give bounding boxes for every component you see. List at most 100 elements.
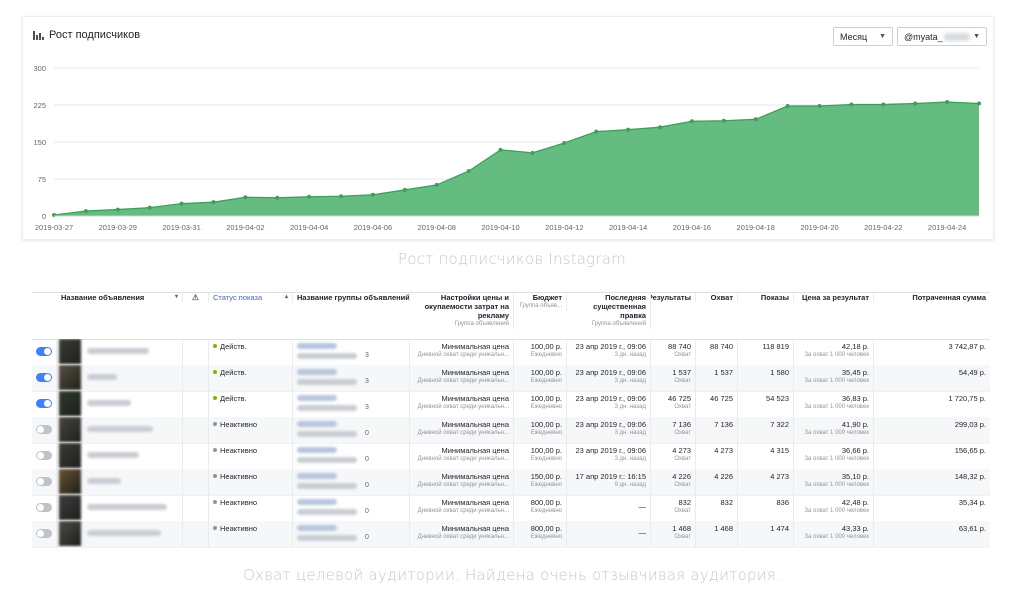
cpr-type: За охват 1 000 человек xyxy=(804,456,869,462)
impressions-cell: 4 315 xyxy=(738,443,794,469)
adset-cell[interactable]: 0 xyxy=(293,521,410,547)
adset-count: 3 xyxy=(365,352,369,359)
table-row[interactable]: Действ. 3 Минимальная цена Дневной охват ср… xyxy=(32,339,990,366)
data-point xyxy=(211,200,216,205)
reach-cell: 46 725 xyxy=(696,391,738,417)
warning-icon: ⚠ xyxy=(191,293,200,302)
ad-toggle-switch[interactable] xyxy=(36,477,52,486)
ad-toggle-switch[interactable] xyxy=(36,425,52,434)
cpr-type: За охват 1 000 человек xyxy=(804,482,869,488)
table-row[interactable]: Неактивно 0 Минимальная цена Дневной охват … xyxy=(32,443,990,470)
ad-toggle-switch[interactable] xyxy=(36,529,52,538)
table-row[interactable]: Неактивно 0 Минимальная цена Дневной охват … xyxy=(32,521,990,548)
ad-toggle-switch[interactable] xyxy=(36,347,52,356)
ad-name-cell[interactable] xyxy=(57,521,183,547)
header-amount-spent[interactable]: Потраченная сумма xyxy=(874,293,990,302)
header-bid[interactable]: Настройки цены и окупаемости затрат на р… xyxy=(410,293,514,329)
cpr-value: 43,33 р. xyxy=(841,524,869,533)
warning-cell xyxy=(183,443,209,469)
adset-cell[interactable]: 0 xyxy=(293,495,410,521)
last-edit-date: — xyxy=(638,528,647,537)
table-row[interactable]: Неактивно 0 Минимальная цена Дневной охват … xyxy=(32,417,990,444)
table-row[interactable]: Неактивно 0 Минимальная цена Дневной охват … xyxy=(32,495,990,522)
header-adset[interactable]: Название группы объявлений xyxy=(293,293,410,302)
table-row[interactable]: Неактивно 0 Минимальная цена Дневной охват … xyxy=(32,469,990,496)
ad-name-cell[interactable] xyxy=(57,417,183,443)
ad-name-cell[interactable] xyxy=(57,443,183,469)
status-text: Неактивно xyxy=(220,472,258,481)
ad-name-cell[interactable] xyxy=(57,391,183,417)
header-reach[interactable]: Охват xyxy=(696,293,738,302)
ad-name-cell[interactable] xyxy=(57,469,183,495)
results-type: Охват xyxy=(674,534,691,540)
bid-cell: Минимальная цена Дневной охват среди уник… xyxy=(410,365,514,391)
results-cell: 4 226 Охват xyxy=(651,469,696,495)
table-row[interactable]: Действ. 3 Минимальная цена Дневной охват ср… xyxy=(32,391,990,418)
adset-cell[interactable]: 0 xyxy=(293,443,410,469)
header-warnings[interactable]: ⚠ xyxy=(183,293,209,302)
last-edit-ago: 3 дн. назад xyxy=(614,404,646,410)
bid-strategy: Минимальная цена xyxy=(441,420,509,429)
results-type: Охват xyxy=(674,404,691,410)
x-tick-label: 2019-04-22 xyxy=(864,223,902,232)
impressions-cell: 1 474 xyxy=(738,521,794,547)
toggle-knob xyxy=(37,478,44,485)
results-type: Охват xyxy=(674,430,691,436)
x-tick-label: 2019-04-20 xyxy=(800,223,838,232)
subscriber-growth-card: Рост подписчиков Месяц ▼ @myata_ ▼ 0 75 15… xyxy=(22,16,994,240)
adset-cell[interactable]: 3 xyxy=(293,365,410,391)
bid-cell: Минимальная цена Дневной охват среди уник… xyxy=(410,469,514,495)
ad-toggle-switch[interactable] xyxy=(36,503,52,512)
budget-value: 800,00 р. xyxy=(530,498,562,507)
header-budget[interactable]: Бюджет Группа объяв... xyxy=(514,293,567,311)
warning-cell xyxy=(183,339,209,365)
impressions-cell: 1 580 xyxy=(738,365,794,391)
ad-toggle-switch[interactable] xyxy=(36,373,52,382)
budget-value: 100,00 р. xyxy=(530,368,562,377)
results-type: Охват xyxy=(674,378,691,384)
reach-value: 7 136 xyxy=(714,420,733,429)
header-status[interactable]: Статус показа ▴ xyxy=(209,293,293,302)
ad-name-cell[interactable] xyxy=(57,339,183,365)
header-impressions[interactable]: Показы xyxy=(738,293,794,302)
data-point xyxy=(83,209,88,214)
header-ad-name[interactable]: Название объявления ▾ xyxy=(57,293,183,302)
toggle-cell xyxy=(32,417,57,443)
data-point xyxy=(147,205,152,210)
ad-thumbnail xyxy=(59,495,81,520)
cpr-type: За охват 1 000 человек xyxy=(804,534,869,540)
header-last-edit[interactable]: Последняя существенная правка Группа объ… xyxy=(567,293,651,329)
last-edit-date: 23 апр 2019 г., 09:06 xyxy=(575,342,646,351)
toggle-knob xyxy=(37,426,44,433)
ad-toggle-switch[interactable] xyxy=(36,451,52,460)
last-edit-ago: 3 дн. назад xyxy=(614,378,646,384)
ad-toggle-switch[interactable] xyxy=(36,399,52,408)
reach-value: 4 273 xyxy=(714,446,733,455)
ad-name-cell[interactable] xyxy=(57,365,183,391)
spent-cell: 3 742,87 р. xyxy=(874,339,990,365)
toggle-knob xyxy=(37,504,44,511)
adset-count: 3 xyxy=(365,404,369,411)
ad-name-cell[interactable] xyxy=(57,495,183,521)
cpr-cell: 41,90 р. За охват 1 000 человек xyxy=(794,417,874,443)
adset-cell[interactable]: 3 xyxy=(293,339,410,365)
adset-cell[interactable]: 0 xyxy=(293,417,410,443)
header-results[interactable]: Результаты xyxy=(651,293,696,302)
adset-cell[interactable]: 3 xyxy=(293,391,410,417)
ad-thumbnail xyxy=(59,365,81,390)
bid-strategy: Минимальная цена xyxy=(441,342,509,351)
adset-cell[interactable]: 0 xyxy=(293,469,410,495)
redacted-adset-name xyxy=(297,499,337,505)
status-dot-icon xyxy=(213,474,217,478)
table-row[interactable]: Действ. 3 Минимальная цена Дневной охват ср… xyxy=(32,365,990,392)
budget-cell: 150,00 р. Ежедневно xyxy=(514,469,567,495)
data-point xyxy=(945,100,950,105)
data-point xyxy=(658,125,663,130)
data-point xyxy=(402,187,407,192)
data-point xyxy=(275,195,280,200)
data-point xyxy=(753,117,758,122)
header-cost-per-result[interactable]: Цена за результат xyxy=(794,293,874,302)
growth-area-chart: 0 75 150 225 300 2019-03-27 2019-03-29 2019-03-… xyxy=(33,64,981,232)
x-tick-label: 2019-04-02 xyxy=(226,223,264,232)
y-tick-label: 0 xyxy=(42,212,46,221)
